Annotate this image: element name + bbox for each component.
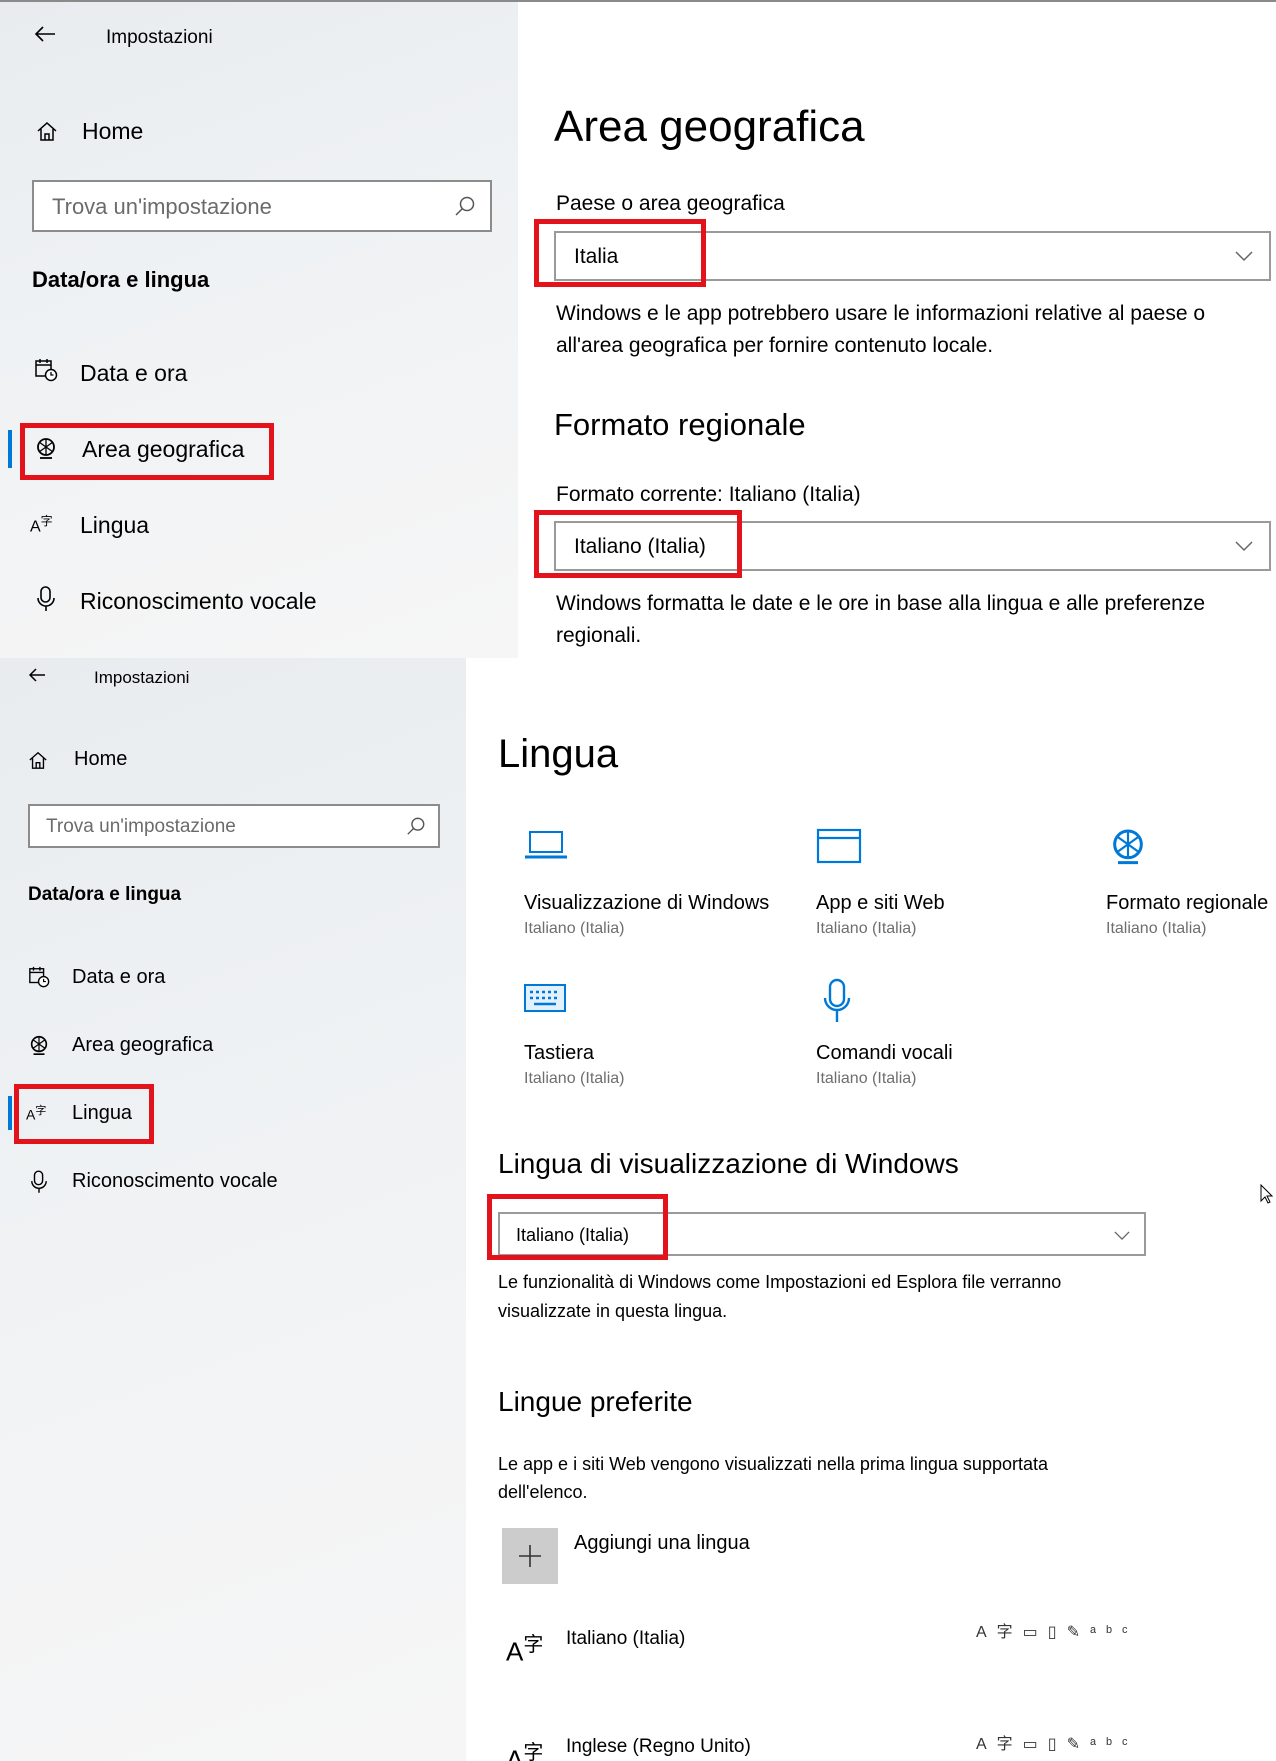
plus-icon <box>519 1545 541 1567</box>
language-name: Inglese (Regno Unito) <box>566 1736 751 1757</box>
add-language-button[interactable] <box>502 1528 558 1584</box>
keyboard-icon <box>524 984 566 1017</box>
language-icon: A字 <box>506 1634 544 1667</box>
highlight-box <box>14 1084 154 1144</box>
display-language-description-line2: visualizzate in questa lingua. <box>498 1301 728 1321</box>
sidebar <box>0 2 518 658</box>
country-label: Paese o area geografica <box>556 192 785 215</box>
settings-panel-lingua: Impostazioni Home Trova un'impostazione … <box>0 658 1276 1761</box>
highlight-box <box>487 1194 668 1260</box>
search-icon[interactable] <box>406 816 426 841</box>
preferred-description-line1: Le app e i siti Web vengono visualizzati… <box>498 1454 1048 1474</box>
window-title: Impostazioni <box>106 27 213 48</box>
format-description-line2: regionali. <box>556 624 642 647</box>
microphone-icon <box>36 586 56 617</box>
globe-icon <box>1108 826 1148 871</box>
language-features-icons: A字▭▯✎ᵃᵇᶜ <box>976 1624 1138 1641</box>
laptop-icon <box>524 830 568 865</box>
nav-item-riconoscimento-vocale[interactable]: Riconoscimento vocale <box>72 1170 278 1193</box>
calendar-clock-icon <box>34 358 58 387</box>
section-heading-display-language: Lingua di visualizzazione di Windows <box>498 1148 959 1179</box>
nav-item-riconoscimento-vocale[interactable]: Riconoscimento vocale <box>80 588 317 615</box>
tile-visualizzazione-sub: Italiano (Italia) <box>524 920 625 937</box>
tile-tastiera-sub: Italiano (Italia) <box>524 1070 625 1087</box>
tile-app-siti-web-title[interactable]: App e siti Web <box>816 892 945 915</box>
home-link[interactable]: Home <box>82 118 143 145</box>
tile-formato-regionale-title[interactable]: Formato regionale <box>1106 892 1268 915</box>
current-format-label: Formato corrente: Italiano (Italia) <box>556 483 861 506</box>
search-icon[interactable] <box>454 195 476 222</box>
tile-comandi-vocali-sub: Italiano (Italia) <box>816 1070 917 1087</box>
language-icon: A字 <box>30 514 53 536</box>
list-item[interactable]: A字 Inglese (Regno Unito) A字▭▯✎ᵃᵇᶜ <box>504 1736 1274 1761</box>
globe-icon <box>28 1034 50 1061</box>
home-icon <box>36 120 58 147</box>
chevron-down-icon[interactable] <box>1235 249 1253 267</box>
tile-comandi-vocali-title[interactable]: Comandi vocali <box>816 1042 953 1065</box>
tile-app-siti-web-sub: Italiano (Italia) <box>816 920 917 937</box>
display-language-description-line1: Le funzionalità di Windows come Impostaz… <box>498 1272 1062 1292</box>
search-placeholder: Trova un'impostazione <box>52 194 272 219</box>
home-icon <box>28 750 48 775</box>
tile-tastiera-title[interactable]: Tastiera <box>524 1042 594 1065</box>
page-title: Lingua <box>498 732 619 776</box>
format-description-line1: Windows formatta le date e le ore in bas… <box>556 592 1206 615</box>
section-title: Data/ora e lingua <box>28 884 182 905</box>
tile-formato-regionale-sub: Italiano (Italia) <box>1106 920 1207 937</box>
highlight-box <box>534 219 706 287</box>
back-arrow-icon[interactable] <box>34 26 56 47</box>
window-title: Impostazioni <box>94 668 190 687</box>
highlight-box <box>20 423 274 480</box>
home-link[interactable]: Home <box>74 748 127 771</box>
nav-item-data-e-ora[interactable]: Data e ora <box>80 360 187 387</box>
mouse-cursor-icon <box>1260 1183 1274 1209</box>
chevron-down-icon[interactable] <box>1114 1228 1130 1246</box>
search-input[interactable]: Trova un'impostazione <box>28 804 440 848</box>
browser-window-icon <box>816 828 862 869</box>
country-description-line2: all'area geografica per fornire contenut… <box>556 334 994 357</box>
microphone-icon <box>30 1170 48 1199</box>
nav-item-lingua[interactable]: Lingua <box>80 512 149 539</box>
nav-item-data-e-ora[interactable]: Data e ora <box>72 966 165 989</box>
nav-item-area-geografica[interactable]: Area geografica <box>72 1034 213 1057</box>
chevron-down-icon[interactable] <box>1235 539 1253 557</box>
language-icon: A字 <box>506 1742 544 1761</box>
nav-selection-indicator <box>8 1096 12 1130</box>
tile-visualizzazione-title[interactable]: Visualizzazione di Windows <box>524 892 769 915</box>
section-heading-formato-regionale: Formato regionale <box>554 407 806 442</box>
list-item[interactable]: A字 Italiano (Italia) A字▭▯✎ᵃᵇᶜ <box>504 1618 1274 1688</box>
language-name: Italiano (Italia) <box>566 1628 686 1649</box>
add-language-label[interactable]: Aggiungi una lingua <box>574 1532 750 1555</box>
highlight-box <box>534 510 742 578</box>
calendar-clock-icon <box>28 966 50 993</box>
section-heading-preferred-languages: Lingue preferite <box>498 1386 693 1417</box>
search-placeholder: Trova un'impostazione <box>46 816 236 837</box>
microphone-icon <box>822 978 852 1029</box>
country-description-line1: Windows e le app potrebbero usare le inf… <box>556 302 1206 325</box>
search-input[interactable]: Trova un'impostazione <box>32 180 492 232</box>
section-title: Data/ora e lingua <box>32 267 210 292</box>
preferred-description-line2: dell'elenco. <box>498 1482 588 1502</box>
page-title: Area geografica <box>554 102 865 151</box>
language-features-icons: A字▭▯✎ᵃᵇᶜ <box>976 1736 1138 1753</box>
nav-selection-indicator <box>8 430 12 468</box>
back-arrow-icon[interactable] <box>28 668 46 687</box>
settings-panel-area-geografica: Impostazioni Home Trova un'impostazione … <box>0 0 1276 658</box>
